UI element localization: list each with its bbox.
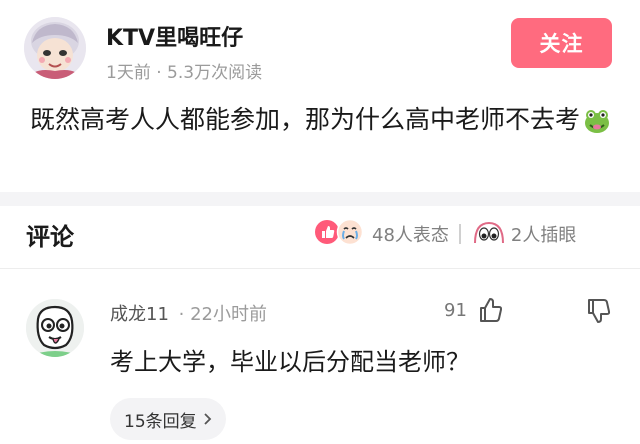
thumbs-down-icon[interactable] xyxy=(585,297,613,329)
insert-eye-count: 2人插眼 xyxy=(510,225,577,246)
chevron-right-icon xyxy=(203,412,212,426)
reactions-count: 48人表态 xyxy=(372,225,449,246)
commenter-avatar[interactable] xyxy=(26,299,84,357)
author-avatar[interactable] xyxy=(24,17,86,79)
thumbs-up-icon[interactable] xyxy=(477,296,505,328)
comment-text: 考上大学，毕业以后分配当老师？ xyxy=(110,348,470,376)
post-text: 既然高考人人都能参加，那为什么高中老师不去考 xyxy=(30,105,581,134)
view-replies-button[interactable]: 15条回复 xyxy=(110,398,226,440)
frog-emoji-icon xyxy=(584,104,610,148)
comments-title: 评论 xyxy=(26,223,74,251)
replies-count: 15条回复 xyxy=(124,411,197,432)
reactions-bar[interactable]: 48人表态 2人插眼 xyxy=(314,218,576,250)
section-divider xyxy=(0,192,640,206)
like-count: 91 xyxy=(444,300,467,321)
crying-face-icon xyxy=(336,218,364,250)
comment-time: · 22小时前 xyxy=(178,304,267,325)
comment-header: 成龙11 · 22小时前 xyxy=(110,300,267,326)
post-meta: 1天前 · 5.3万次阅读 xyxy=(106,63,263,83)
follow-button[interactable]: 关注 xyxy=(511,18,612,68)
commenter-name[interactable]: 成龙11 xyxy=(110,304,169,325)
reactions-separator xyxy=(458,224,461,244)
cartoon-face-avatar-icon xyxy=(26,299,84,357)
post-body: 既然高考人人都能参加，那为什么高中老师不去考 xyxy=(30,98,620,148)
peeking-eyes-icon xyxy=(473,219,505,249)
author-name[interactable]: KTV里喝旺仔 xyxy=(106,20,243,52)
comments-header-divider xyxy=(0,268,640,269)
anime-avatar-icon xyxy=(24,17,86,79)
